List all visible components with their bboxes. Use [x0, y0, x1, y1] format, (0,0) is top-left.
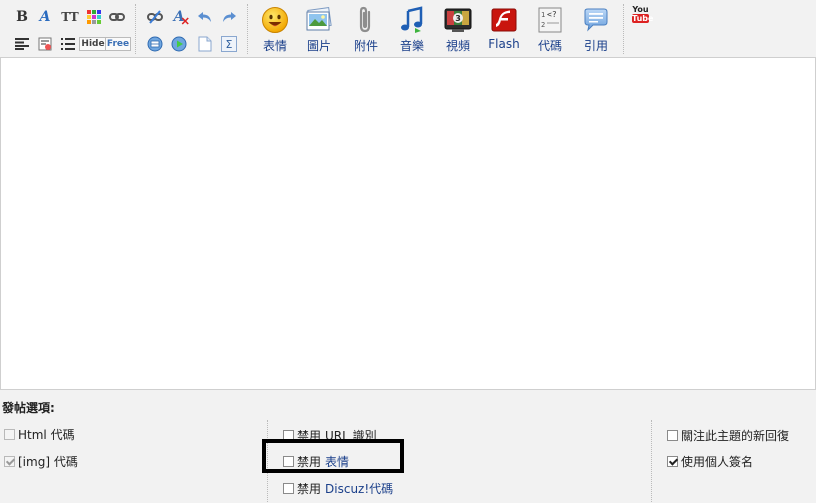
flash-button[interactable]: Flash [484, 6, 524, 54]
align-button[interactable] [13, 35, 31, 53]
signature-option[interactable]: 使用個人簽名 [667, 453, 753, 470]
svg-text:1: 1 [541, 11, 545, 19]
html-code-option[interactable]: Html 代碼 [4, 426, 75, 443]
svg-text:<?: <? [547, 10, 557, 19]
page-icon [198, 36, 212, 52]
image-label: 圖片 [306, 39, 331, 53]
sum-icon: Σ [221, 36, 237, 52]
float-icon [38, 37, 52, 51]
disable-discuz-label[interactable]: Discuz!代碼 [325, 480, 393, 497]
svg-text:3: 3 [455, 14, 461, 23]
list-button[interactable] [59, 35, 77, 53]
font-size-icon: TT [61, 10, 79, 24]
audio-label: 音樂 [399, 39, 424, 53]
code-button[interactable]: 1 2 <? 代碼 [530, 6, 570, 54]
list-icon [61, 38, 75, 50]
quote-button[interactable]: 引用 [576, 6, 616, 54]
font-icon: A [39, 9, 51, 25]
attach-label: 附件 [353, 39, 378, 53]
free-button[interactable]: Free [104, 35, 132, 53]
paperclip-icon [359, 6, 371, 33]
code-label: 代碼 [537, 39, 562, 53]
quote-bubble-icon [584, 8, 608, 32]
disable-discuz-option[interactable]: 禁用 Discuz!代碼 [283, 480, 393, 497]
remove-format-button[interactable]: A ✕ [170, 8, 190, 28]
undo-button[interactable] [196, 8, 214, 26]
font-size-button[interactable]: TT [59, 8, 81, 26]
quote-label: 引用 [583, 39, 608, 53]
svg-text:2: 2 [541, 21, 545, 29]
youtube-icon: You Tube [632, 5, 654, 23]
remove-format-icon: A ✕ [173, 9, 190, 28]
link-icon [109, 13, 125, 21]
signature-label: 使用個人簽名 [681, 455, 754, 469]
flash-icon [491, 8, 517, 32]
table-icon [147, 36, 163, 52]
smiley-label: 表情 [262, 39, 287, 53]
redo-button[interactable] [220, 8, 238, 26]
color-palette-icon [87, 10, 101, 24]
sum-button[interactable]: Σ [220, 35, 238, 53]
disable-discuz-checkbox[interactable] [283, 483, 294, 494]
media-icon [171, 36, 187, 52]
editor-toolbar: B A TT A ✕ Hide Free Σ 表情 圖片 附件 音樂 3 視頻 … [0, 0, 816, 58]
redo-icon [223, 12, 236, 22]
bold-button[interactable]: B [13, 8, 31, 26]
img-code-checkbox[interactable] [4, 456, 15, 467]
table-button[interactable] [146, 35, 164, 53]
free-icon: Free [104, 37, 132, 51]
img-code-label: [img] 代碼 [18, 455, 78, 469]
post-options-title: 發帖選項: [2, 401, 55, 415]
youtube-button[interactable]: You Tube [632, 5, 654, 26]
unlink-icon [147, 10, 163, 24]
image-button[interactable]: 圖片 [299, 6, 339, 54]
signature-checkbox[interactable] [667, 456, 678, 467]
video-label: 視頻 [445, 39, 470, 53]
flash-label: Flash [488, 37, 520, 51]
html-code-label: Html 代碼 [18, 428, 75, 442]
subscribe-label: 關注此主題的新回復 [681, 429, 790, 443]
audio-button[interactable]: 音樂 [392, 6, 432, 54]
subscribe-checkbox[interactable] [667, 430, 678, 441]
html-code-checkbox[interactable] [4, 429, 15, 440]
bold-icon: B [16, 9, 28, 25]
video-icon: 3 [444, 8, 472, 32]
post-options-panel: 發帖選項: [0, 389, 816, 503]
picture-icon [306, 6, 332, 31]
img-code-option[interactable]: [img] 代碼 [4, 453, 78, 470]
code-icon: 1 2 <? [538, 7, 562, 33]
disable-discuz-prefix: 禁用 [297, 482, 322, 496]
float-button[interactable] [36, 35, 54, 53]
unlink-button[interactable] [146, 8, 164, 26]
hide-icon: Hide [79, 37, 107, 51]
smiley-icon [262, 7, 288, 33]
page-button[interactable] [196, 35, 214, 53]
message-textarea[interactable] [0, 58, 816, 389]
attach-button[interactable]: 附件 [346, 6, 386, 54]
video-button[interactable]: 3 視頻 [438, 6, 478, 54]
subscribe-option[interactable]: 關注此主題的新回復 [667, 427, 789, 444]
link-button[interactable] [108, 8, 126, 26]
font-button[interactable]: A [36, 8, 54, 26]
hide-button[interactable]: Hide [79, 35, 107, 53]
media-button[interactable] [170, 35, 188, 53]
align-left-icon [15, 38, 29, 50]
undo-icon [198, 12, 211, 22]
smiley-button[interactable]: 表情 [255, 6, 295, 54]
music-note-icon [401, 6, 423, 33]
highlight-box [262, 439, 404, 473]
color-button[interactable] [85, 8, 103, 26]
